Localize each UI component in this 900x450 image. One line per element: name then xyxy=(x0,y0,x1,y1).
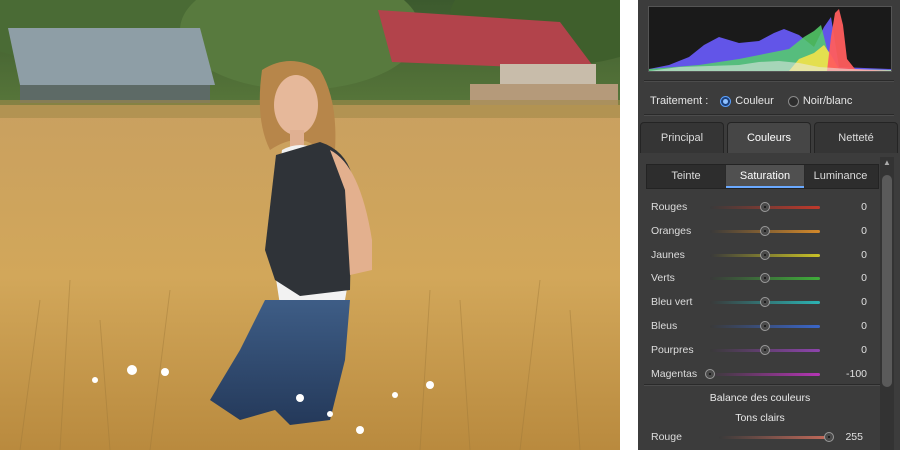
slider-track[interactable] xyxy=(710,249,820,260)
slider-value: -100 xyxy=(845,367,867,380)
slider-thumb[interactable] xyxy=(760,297,770,308)
tab-couleurs[interactable]: Couleurs xyxy=(727,122,811,153)
slider-row: Pourpres 0 xyxy=(651,343,871,357)
histogram xyxy=(648,6,892,72)
photo-preview xyxy=(0,0,620,450)
separator xyxy=(644,114,894,116)
slider-track[interactable] xyxy=(710,225,820,236)
radio-color-label[interactable]: Couleur xyxy=(735,94,774,108)
treatment-row: Traitement : Couleur Noir/blanc xyxy=(650,94,852,108)
slider-thumb[interactable] xyxy=(760,321,770,331)
subtab-luminance[interactable]: Luminance xyxy=(803,165,878,188)
slider-thumb[interactable] xyxy=(760,202,770,212)
slider-label: Pourpres xyxy=(651,343,694,356)
slider-value: 0 xyxy=(861,296,867,309)
balance-slider-row: Rouge 255 xyxy=(651,430,871,444)
slider-row: Magentas -100 xyxy=(651,367,871,381)
slider-track[interactable] xyxy=(710,297,820,308)
slider-row: Jaunes 0 xyxy=(651,248,871,262)
slider-track[interactable] xyxy=(710,344,820,355)
slider-row: Bleus 0 xyxy=(651,319,871,333)
balance-slider-value: 255 xyxy=(845,431,863,443)
slider-value: 0 xyxy=(861,343,867,356)
subtab-saturation[interactable]: Saturation xyxy=(725,165,805,188)
slider-label: Oranges xyxy=(651,224,692,237)
treatment-label: Traitement : xyxy=(650,95,709,107)
slider-thumb[interactable] xyxy=(760,249,770,260)
slider-value: 0 xyxy=(861,248,867,261)
tab-nettete[interactable]: Netteté xyxy=(814,122,898,153)
radio-color[interactable] xyxy=(720,95,732,107)
slider-row: Verts 0 xyxy=(651,271,871,285)
slider-thumb[interactable] xyxy=(760,225,770,236)
scroll-up-icon[interactable]: ▲ xyxy=(882,159,892,167)
slider-label: Jaunes xyxy=(651,248,685,261)
balance-section: Tons clairs xyxy=(735,412,785,424)
slider-value: 0 xyxy=(861,272,867,285)
balance-slider-label: Rouge xyxy=(651,431,682,443)
slider-track[interactable] xyxy=(710,273,820,284)
slider-label: Verts xyxy=(651,272,675,285)
balance-title: Balance des couleurs xyxy=(709,392,811,404)
main-tabs: Principal Couleurs Netteté xyxy=(640,122,898,154)
scroll-thumb[interactable] xyxy=(882,175,892,387)
radio-bw[interactable] xyxy=(787,95,799,107)
slider-value: 0 xyxy=(861,224,867,237)
slider-track[interactable] xyxy=(710,321,820,331)
slider-label: Bleu vert xyxy=(651,296,693,309)
divider-gap xyxy=(620,0,638,450)
subtab-teinte[interactable]: Teinte xyxy=(647,165,725,188)
adjustments-panel: Traitement : Couleur Noir/blanc Principa… xyxy=(638,0,900,450)
slider-label: Magentas xyxy=(651,367,698,380)
slider-thumb[interactable] xyxy=(705,368,715,379)
radio-bw-label[interactable]: Noir/blanc xyxy=(803,94,853,108)
slider-track[interactable] xyxy=(705,368,820,379)
sub-tabs: Teinte Saturation Luminance xyxy=(646,164,879,189)
slider-value: 0 xyxy=(861,201,867,213)
separator xyxy=(644,80,894,82)
separator xyxy=(644,384,880,386)
slider-thumb[interactable] xyxy=(760,344,770,355)
slider-label: Rouges xyxy=(651,201,688,213)
slider-label: Bleus xyxy=(651,320,678,332)
slider-thumb[interactable] xyxy=(760,273,770,284)
tab-principal[interactable]: Principal xyxy=(640,122,724,153)
slider-row: Rouges 0 xyxy=(651,200,871,214)
slider-track[interactable] xyxy=(710,202,820,212)
slider-row: Oranges 0 xyxy=(651,224,871,238)
balance-slider-track[interactable] xyxy=(719,432,834,442)
panel-scrollbar[interactable]: ▲ xyxy=(880,157,894,450)
slider-value: 0 xyxy=(861,320,867,332)
slider-row: Bleu vert 0 xyxy=(651,295,871,309)
